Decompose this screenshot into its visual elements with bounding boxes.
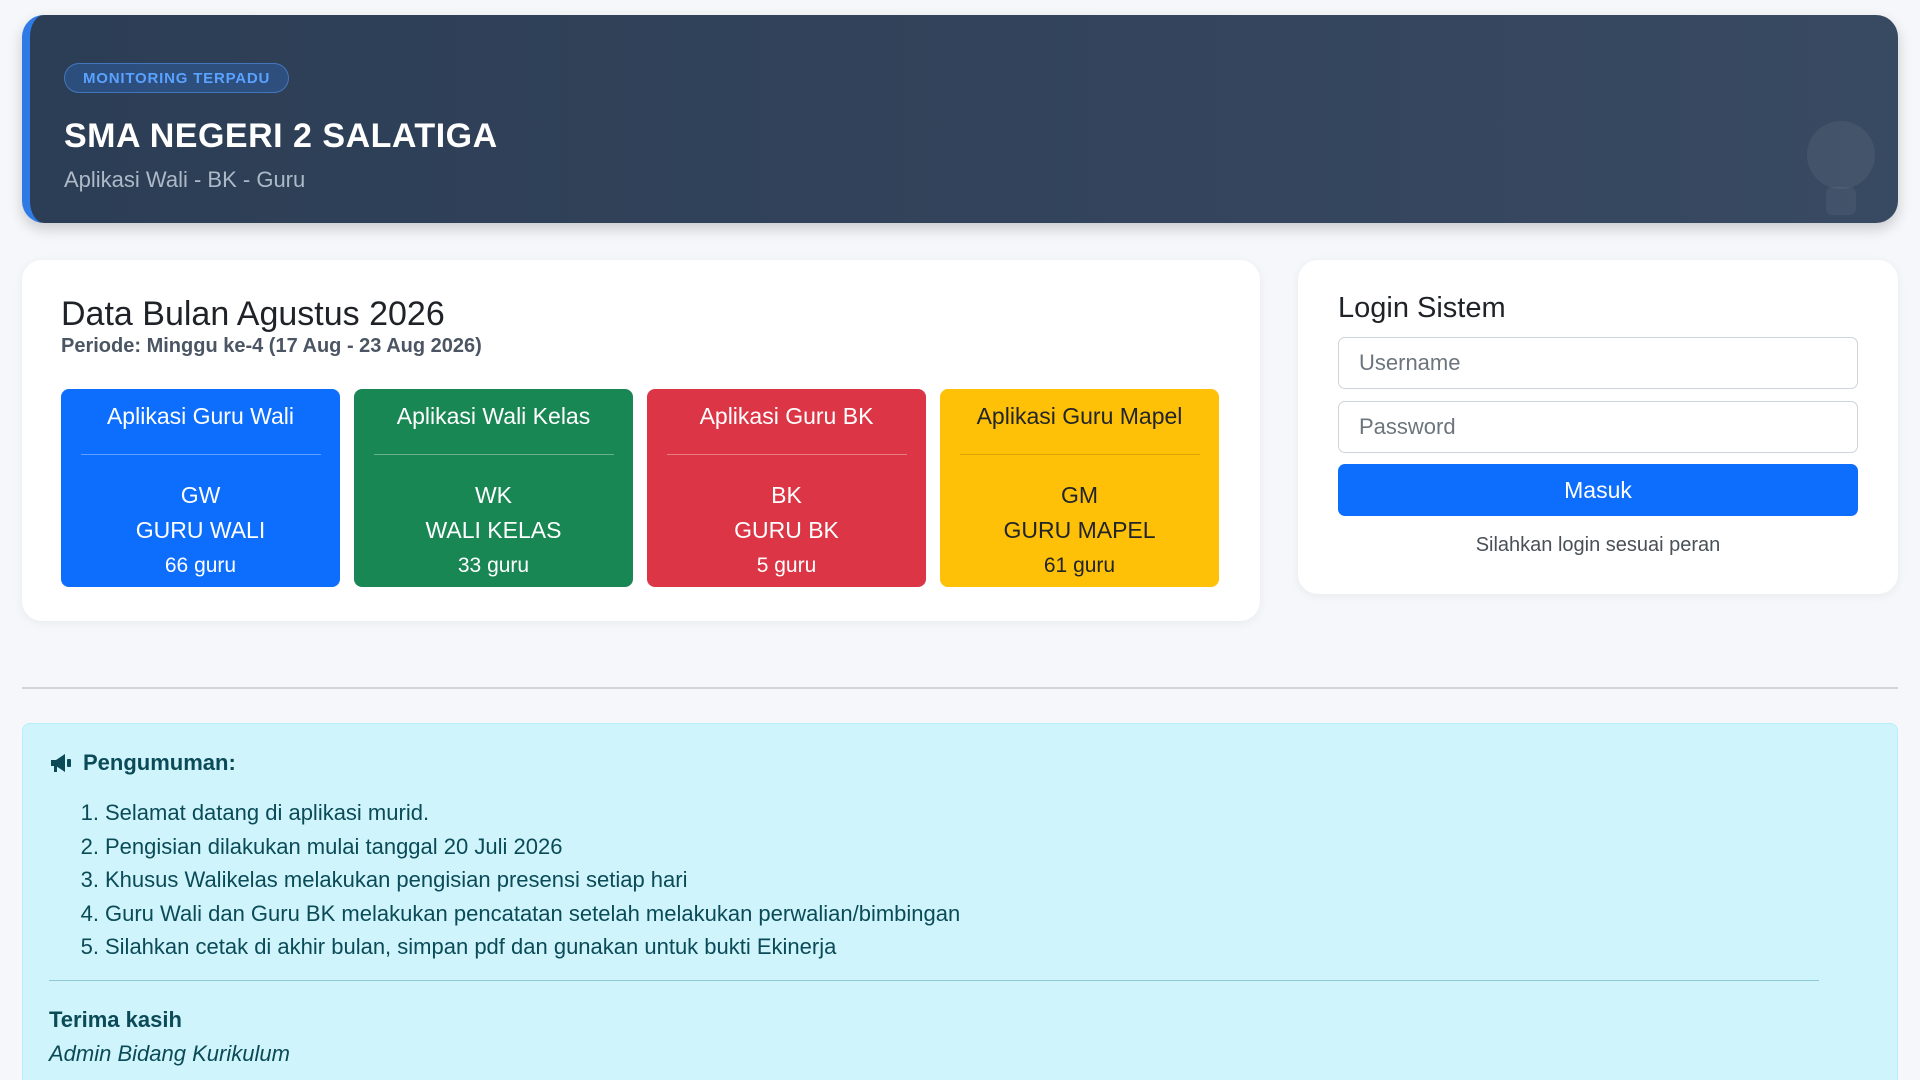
app-tile-guru-mapel[interactable]: Aplikasi Guru Mapel GM GURU MAPEL 61 gur…	[940, 389, 1219, 587]
monitoring-badge: MONITORING TERPADU	[64, 63, 290, 93]
app-tile-wali-kelas[interactable]: Aplikasi Wali Kelas WK WALI KELAS 33 gur…	[354, 389, 633, 587]
announcement-title: Pengumuman:	[83, 750, 236, 775]
list-item: 1. Selamat datang di aplikasi murid.	[80, 800, 430, 825]
megaphone-icon	[51, 754, 71, 772]
tile-label: Aplikasi Guru Wali	[80, 389, 321, 455]
login-hint: Silahkan login sesuai peran	[1475, 534, 1721, 556]
list-item: 3. Khusus Walikelas melakukan pengisian p…	[80, 867, 688, 892]
app-tile-guru-wali[interactable]: Aplikasi Guru Wali GW GURU WALI 66 guru	[61, 389, 340, 587]
signature-text: Admin Bidang Kurikulum	[49, 1041, 290, 1066]
announcement-divider	[49, 980, 1819, 981]
tile-code: WK	[474, 482, 513, 508]
password-input[interactable]	[1338, 401, 1858, 453]
monthly-data-card: Data Bulan Agustus 2026 Periode: Minggu …	[22, 260, 1260, 621]
data-title: Data Bulan Agustus 2026	[61, 295, 445, 333]
tile-count: 61 guru	[1043, 554, 1116, 577]
school-title: SMA NEGERI 2 SALATIGA	[64, 117, 498, 155]
list-item: 2. Pengisian dilakukan mulai tanggal 20 J…	[80, 833, 563, 859]
tile-name: WALI KELAS	[425, 517, 562, 543]
username-input[interactable]	[1338, 337, 1858, 389]
announcement-list: 1. Selamat datang di aplikasi murid. 2. Pe…	[75, 796, 961, 964]
section-divider	[22, 687, 1898, 689]
lightbulb-icon	[1807, 121, 1875, 215]
app-tile-guru-bk[interactable]: Aplikasi Guru BK BK GURU BK 5 guru	[647, 389, 926, 587]
list-item: 4. Guru Wali dan Guru BK melakukan pencat…	[80, 900, 961, 926]
app-subtitle: Aplikasi Wali - BK - Guru	[64, 167, 306, 192]
login-card: Login Sistem Masuk Silahkan login sesuai…	[1298, 260, 1898, 594]
tile-count: 33 guru	[457, 554, 530, 577]
tile-code: BK	[771, 482, 802, 508]
tile-count: 66 guru	[164, 554, 237, 577]
tile-code: GW	[180, 482, 221, 508]
app-tiles: Aplikasi Guru Wali GW GURU WALI 66 guru …	[61, 389, 1219, 587]
tile-count: 5 guru	[756, 554, 817, 577]
tile-code: GM	[1060, 482, 1099, 508]
login-button[interactable]: Masuk	[1338, 464, 1858, 516]
header-banner: MONITORING TERPADU SMA NEGERI 2 SALATIGA…	[22, 15, 1898, 223]
tile-name: GURU BK	[734, 517, 839, 543]
data-period: Periode: Minggu ke-4 (17 Aug - 23 Aug 20…	[61, 335, 482, 357]
list-item: 5. Silahkan cetak di akhir bulan, simpan …	[80, 934, 837, 959]
announcement-heading: Pengumuman:	[49, 750, 236, 776]
login-title: Login Sistem	[1338, 292, 1506, 324]
tile-label: Aplikasi Wali Kelas	[373, 389, 614, 455]
thanks-text: Terima kasih	[49, 1007, 182, 1032]
tile-label: Aplikasi Guru BK	[666, 389, 907, 455]
tile-name: GURU WALI	[135, 517, 266, 543]
tile-label: Aplikasi Guru Mapel	[959, 389, 1200, 455]
announcement-box: Pengumuman: 1. Selamat datang di aplikasi…	[22, 723, 1898, 1080]
tile-name: GURU MAPEL	[1003, 517, 1156, 543]
